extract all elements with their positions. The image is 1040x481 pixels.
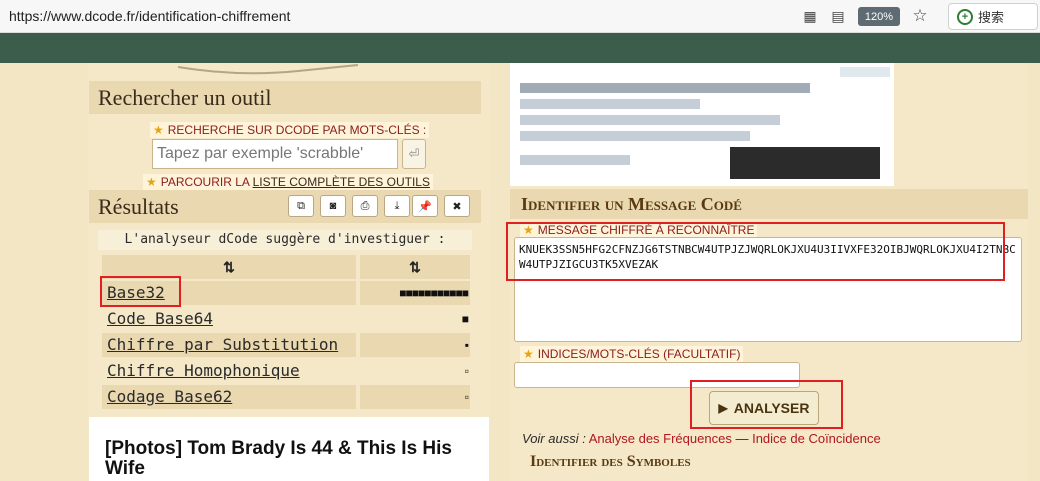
blurred-text — [520, 99, 700, 109]
screenshot-icon[interactable]: ◙ — [320, 195, 346, 217]
left-sidebar: Rechercher un outil ★ RECHERCHE SUR DCODE… — [88, 63, 490, 481]
coincidence-index-link[interactable]: Indice de Coïncidence — [752, 431, 881, 446]
zoom-level[interactable]: 120% — [858, 7, 900, 26]
result-score-bar: ▫ — [464, 364, 469, 378]
browser-toolbar: https://www.dcode.fr/identification-chif… — [0, 0, 1040, 33]
blurred-ad-image[interactable] — [510, 63, 894, 186]
site-header — [0, 33, 1040, 63]
main-content: Identifier un Message Codé ★ MESSAGE CHIF… — [506, 63, 1028, 481]
reader-mode-icon[interactable]: ▤ — [829, 7, 847, 25]
blurred-text — [520, 155, 630, 165]
search-tool-title: Rechercher un outil — [89, 81, 481, 114]
address-bar[interactable]: https://www.dcode.fr/identification-chif… — [9, 8, 290, 24]
result-link-base62[interactable]: Codage Base62 — [102, 385, 356, 409]
result-row: Code Base64 ■ — [102, 307, 470, 331]
result-link-substitution[interactable]: Chiffre par Substitution — [102, 333, 356, 357]
blurred-text — [520, 115, 780, 125]
browser-search-button[interactable]: + 搜索 — [948, 3, 1038, 30]
frequency-analysis-link[interactable]: Analyse des Fréquences — [589, 431, 732, 446]
see-also-separator: — — [735, 431, 749, 446]
copy-icon[interactable]: ⧉ — [288, 195, 314, 217]
result-link-code-base64[interactable]: Code Base64 — [102, 307, 356, 331]
result-row: Chiffre par Substitution ▪ — [102, 333, 470, 357]
blurred-button — [730, 147, 880, 179]
highlight-annotation — [100, 276, 181, 307]
star-icon: ★ — [153, 123, 164, 137]
result-score-bar: ▪ — [360, 333, 470, 357]
star-icon: ★ — [523, 347, 534, 361]
hints-label: ★ INDICES/MOTS-CLÉS (FACULTATIF) — [520, 346, 744, 362]
blurred-text — [840, 67, 890, 77]
blurred-text — [520, 83, 810, 93]
search-button-label: 搜索 — [978, 10, 1005, 25]
identify-symbols-title[interactable]: Identifier des Symboles — [530, 453, 691, 471]
highlight-annotation — [690, 380, 843, 429]
decorative-flourish — [178, 64, 358, 75]
print-icon[interactable]: ⎙ — [352, 195, 378, 217]
sort-by-score-icon[interactable]: ⇅ — [360, 255, 470, 279]
advertisement[interactable]: [Photos] Tom Brady Is 44 & This Is His W… — [89, 417, 489, 481]
result-score-bar: ■■■■■■■■■■■ — [360, 281, 470, 305]
analyser-suggestion-text: L'analyseur dCode suggère d'investiguer … — [98, 230, 472, 250]
full-tool-list-link[interactable]: LISTE COMPLÈTE DES OUTILS — [253, 175, 430, 189]
star-icon: ★ — [146, 175, 157, 189]
tool-search-input[interactable]: Tapez par exemple 'scrabble' — [152, 139, 398, 169]
ad-headline[interactable]: [Photos] Tom Brady Is 44 & This Is His W… — [105, 439, 475, 479]
bookmark-star-icon[interactable]: ☆ — [911, 6, 929, 25]
result-score-bar: ▫ — [360, 385, 470, 409]
pin-icon[interactable]: 📌 — [412, 195, 438, 217]
search-plus-icon: + — [957, 8, 973, 25]
identify-message-title: Identifier un Message Codé — [510, 189, 1028, 219]
see-also-line: Voir aussi : Analyse des Fréquences — In… — [522, 431, 881, 446]
result-row: Codage Base62 ▫ — [102, 385, 470, 409]
result-score-bar: ■ — [461, 312, 469, 326]
keyword-search-label: ★ RECHERCHE SUR DCODE PAR MOTS-CLÉS : — [150, 122, 430, 138]
download-icon[interactable]: ⤓ — [384, 195, 410, 217]
close-icon[interactable]: ✖ — [444, 195, 470, 217]
result-link-homophonic[interactable]: Chiffre Homophonique — [102, 359, 356, 383]
result-row: Chiffre Homophonique ▫ — [102, 359, 470, 383]
qr-code-icon[interactable]: ▦ — [801, 7, 819, 25]
highlight-annotation — [506, 222, 1005, 281]
blurred-text — [520, 131, 750, 141]
enter-key-icon[interactable]: ⏎ — [402, 139, 426, 169]
browse-tools-label: ★ PARCOURIR LA LISTE COMPLÈTE DES OUTILS — [143, 174, 433, 190]
see-also-prefix: Voir aussi : — [522, 431, 586, 446]
